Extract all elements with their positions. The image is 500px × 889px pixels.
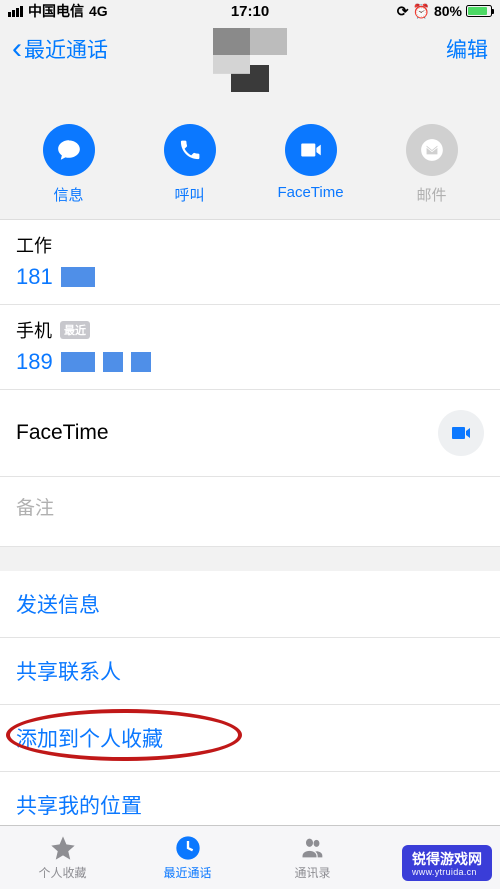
- send-message-label: 发送信息: [16, 594, 100, 617]
- watermark-badge: 锐得游戏网 www.ytruida.cn: [402, 845, 492, 881]
- video-icon: [285, 124, 337, 176]
- share-location-label: 共享我的位置: [16, 795, 142, 818]
- send-message-row[interactable]: 发送信息: [0, 571, 500, 638]
- facetime-action[interactable]: FaceTime: [252, 124, 368, 205]
- call-action[interactable]: 呼叫: [131, 124, 247, 205]
- add-favorite-label: 添加到个人收藏: [16, 728, 163, 751]
- work-phone-number: 181: [16, 264, 53, 290]
- recent-badge: 最近: [60, 321, 90, 339]
- work-phone-section[interactable]: 工作 181: [0, 220, 500, 305]
- facetime-row-label: FaceTime: [16, 421, 109, 445]
- mail-icon: [406, 124, 458, 176]
- masked-block: [61, 352, 95, 372]
- message-icon: [43, 124, 95, 176]
- nav-bar: ‹ 最近通话 编辑: [0, 22, 500, 102]
- tab-favorites[interactable]: 个人收藏: [0, 826, 125, 889]
- signal-bars-icon: [8, 6, 23, 17]
- section-gap: [0, 547, 500, 571]
- tab-recents[interactable]: 最近通话: [125, 826, 250, 889]
- mobile-phone-number: 189: [16, 349, 53, 375]
- battery-percent-label: 80%: [434, 3, 462, 19]
- loading-icon: ⟳: [397, 3, 409, 20]
- mail-label: 邮件: [416, 184, 446, 205]
- masked-block: [103, 352, 123, 372]
- mail-action: 邮件: [373, 124, 489, 205]
- tab-favorites-label: 个人收藏: [38, 864, 86, 881]
- contact-avatar: [213, 28, 287, 110]
- watermark-title: 锐得游戏网: [412, 851, 482, 867]
- battery-icon: [466, 5, 492, 17]
- work-phone-label: 工作: [16, 232, 484, 258]
- add-favorite-row[interactable]: 添加到个人收藏: [0, 705, 500, 772]
- facetime-video-button[interactable]: [438, 410, 484, 456]
- back-label: 最近通话: [24, 34, 108, 64]
- notes-row[interactable]: 备注: [0, 477, 500, 547]
- mobile-phone-label: 手机: [16, 317, 52, 343]
- share-contact-row[interactable]: 共享联系人: [0, 638, 500, 705]
- action-row: 信息 呼叫 FaceTime 邮件: [0, 102, 500, 220]
- call-label: 呼叫: [174, 184, 204, 205]
- tab-contacts[interactable]: 通讯录: [250, 826, 375, 889]
- back-button[interactable]: ‹ 最近通话: [12, 34, 108, 64]
- masked-block: [131, 352, 151, 372]
- facetime-row: FaceTime: [0, 390, 500, 477]
- network-label: 4G: [89, 3, 108, 19]
- facetime-label: FaceTime: [277, 184, 343, 201]
- tab-contacts-label: 通讯录: [294, 864, 330, 881]
- edit-button[interactable]: 编辑: [446, 34, 488, 64]
- message-label: 信息: [53, 184, 83, 205]
- phone-icon: [164, 124, 216, 176]
- alarm-icon: ⏰: [413, 3, 430, 20]
- masked-block: [61, 267, 95, 287]
- star-icon: [48, 834, 78, 862]
- watermark-url: www.ytruida.cn: [412, 867, 482, 877]
- video-icon: [449, 421, 473, 445]
- clock-icon: [173, 834, 203, 862]
- carrier-label: 中国电信: [28, 1, 84, 21]
- people-icon: [298, 834, 328, 862]
- mobile-phone-section[interactable]: 手机 最近 189: [0, 305, 500, 390]
- tab-recents-label: 最近通话: [163, 864, 211, 881]
- share-contact-label: 共享联系人: [16, 661, 121, 684]
- message-action[interactable]: 信息: [10, 124, 126, 205]
- notes-label: 备注: [16, 498, 54, 519]
- chevron-left-icon: ‹: [12, 34, 22, 64]
- status-bar: 中国电信 4G 17:10 ⟳ ⏰ 80%: [0, 0, 500, 22]
